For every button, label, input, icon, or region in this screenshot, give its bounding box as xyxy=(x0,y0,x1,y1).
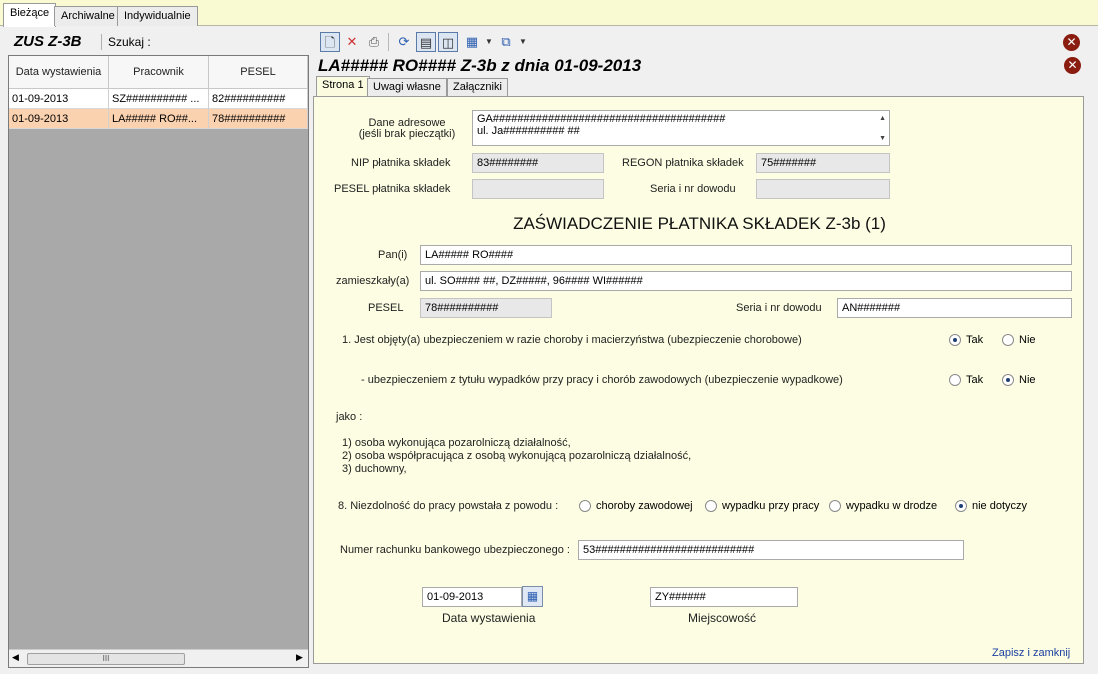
column-header-employee[interactable]: Pracownik xyxy=(109,56,209,89)
cell-pesel: 78########## xyxy=(209,109,308,129)
tab-own-notes[interactable]: Uwagi własne xyxy=(367,78,447,96)
table-row-selected[interactable]: 01-09-2013 LA##### RO##... 78########## xyxy=(9,109,308,129)
separator xyxy=(388,33,389,51)
refresh-icon[interactable]: ⟳ xyxy=(394,32,414,52)
column-header-label: PESEL xyxy=(240,66,276,78)
search-input[interactable] xyxy=(168,32,308,52)
radio-label: Tak xyxy=(966,334,984,346)
cell-employee: SZ########## ... xyxy=(109,89,209,109)
radio-label: Nie xyxy=(1019,334,1036,346)
address-textarea[interactable]: GA######################################… xyxy=(472,110,890,146)
split-view-icon[interactable]: ◫ xyxy=(438,32,458,52)
residence-field[interactable]: ul. SO#### ##, DZ#####, 96#### WI###### xyxy=(420,271,1072,291)
radio-label: choroby zawodowej xyxy=(596,500,693,512)
close-document-icon[interactable]: ✕ xyxy=(1064,57,1081,74)
pesel-field[interactable]: 78########## xyxy=(420,298,552,318)
residence-label: zamieszkały(a) xyxy=(336,275,410,287)
pan-label: Pan(i) xyxy=(378,249,408,261)
radio-sickness-no[interactable] xyxy=(1002,334,1014,346)
new-document-icon[interactable]: 🗋 xyxy=(320,32,340,52)
horizontal-scrollbar[interactable]: ◀ III ▶ xyxy=(9,649,308,667)
tab-individual[interactable]: Indywidualnie xyxy=(117,6,198,26)
cell-date: 01-09-2013 xyxy=(9,109,109,129)
column-header-label: Data wystawienia xyxy=(15,66,102,78)
pesel-payer-label: PESEL płatnika składek xyxy=(334,183,451,195)
list-item: 1) osoba wykonująca pozarolniczą działal… xyxy=(342,437,571,449)
regon-field[interactable]: 75####### xyxy=(756,153,890,173)
save-and-close-link[interactable]: Zapisz i zamknij xyxy=(992,647,1070,659)
id-field[interactable]: AN####### xyxy=(837,298,1072,318)
pesel-label: PESEL xyxy=(368,302,404,314)
address-line: ul. Ja########## ## xyxy=(477,125,580,137)
place-label: Miejscowość xyxy=(688,611,757,625)
address-line: GA###################################### xyxy=(477,113,726,125)
chevron-down-icon[interactable]: ▼ xyxy=(513,32,533,52)
table-row[interactable]: 01-09-2013 SZ########## ... 82########## xyxy=(9,89,308,109)
cell-date: 01-09-2013 xyxy=(9,89,109,109)
radio-sickness-yes[interactable] xyxy=(949,334,961,346)
close-panel-icon[interactable]: ✕ xyxy=(1063,34,1080,51)
scroll-up-icon[interactable]: ▲ xyxy=(879,113,886,125)
regon-label: REGON płatnika składek xyxy=(622,157,744,169)
radio-work-accident[interactable] xyxy=(705,500,717,512)
column-header-pesel[interactable]: PESEL xyxy=(209,56,308,89)
radio-label: wypadku przy pracy xyxy=(722,500,820,512)
separator xyxy=(101,34,102,50)
list-item: 2) osoba współpracująca z osobą wykonują… xyxy=(342,450,692,462)
place-field[interactable]: ZY###### xyxy=(650,587,798,607)
tab-page-1[interactable]: Strona 1 xyxy=(316,76,370,97)
id-payer-label: Seria i nr dowodu xyxy=(650,183,736,195)
radio-label: Tak xyxy=(966,374,984,386)
scroll-thumb[interactable]: III xyxy=(27,653,185,665)
form-panel: Dane adresowe (jeśli brak pieczątki) GA#… xyxy=(313,96,1084,664)
as-label: jako : xyxy=(336,411,363,423)
bank-account-label: Numer rachunku bankowego ubezpieczonego … xyxy=(340,544,570,556)
pan-field[interactable]: LA##### RO#### xyxy=(420,245,1072,265)
radio-commute-accident[interactable] xyxy=(829,500,841,512)
issue-date-field[interactable]: 01-09-2013 xyxy=(422,587,522,607)
tab-archive[interactable]: Archiwalne xyxy=(54,6,122,26)
form-heading: ZAŚWIADCZENIE PŁATNIKA SKŁADEK Z-3b (1) xyxy=(513,214,886,233)
issue-date-label: Data wystawienia xyxy=(442,611,536,625)
radio-accident-no[interactable] xyxy=(1002,374,1014,386)
report-icon[interactable]: ▤ xyxy=(416,32,436,52)
nip-field[interactable]: 83######## xyxy=(472,153,604,173)
left-panel-header: ZUS Z-3B Szukaj : xyxy=(8,30,310,54)
id-label: Seria i nr dowodu xyxy=(736,302,822,314)
question-sickness-insurance: 1. Jest objęty(a) ubezpieczeniem w razie… xyxy=(342,334,802,346)
nip-label: NIP płatnika składek xyxy=(351,157,451,169)
radio-occupational-disease[interactable] xyxy=(579,500,591,512)
radio-label: wypadku w drodze xyxy=(846,500,938,512)
column-header-label: Pracownik xyxy=(133,66,184,78)
cell-pesel: 82########## xyxy=(209,89,308,109)
address-label-note: (jeśli brak pieczątki) xyxy=(358,128,456,140)
calendar-icon[interactable]: ▦ xyxy=(522,586,543,607)
radio-label: Nie xyxy=(1019,374,1036,386)
scroll-left-icon[interactable]: ◀ xyxy=(12,652,19,663)
delete-icon[interactable]: ✕ xyxy=(342,32,362,52)
question-accident-insurance: - ubezpieczeniem z tytułu wypadków przy … xyxy=(361,374,843,386)
scroll-down-icon[interactable]: ▼ xyxy=(879,133,886,145)
top-tab-strip: Bieżące Archiwalne Indywidualnie xyxy=(0,0,1098,27)
radio-accident-yes[interactable] xyxy=(949,374,961,386)
id-payer-field[interactable] xyxy=(756,179,890,199)
document-title: LA##### RO#### Z-3b z dnia 01-09-2013 xyxy=(318,56,642,75)
radio-not-applicable[interactable] xyxy=(955,500,967,512)
question-incapacity-cause: 8. Niezdolność do pracy powstała z powod… xyxy=(338,500,559,512)
tab-attachments[interactable]: Załączniki xyxy=(447,78,508,96)
column-header-date[interactable]: Data wystawienia xyxy=(9,56,109,89)
documents-grid: Data wystawienia Pracownik PESEL 01-09-2… xyxy=(8,55,309,668)
list-item: 3) duchowny, xyxy=(342,463,407,475)
bank-account-field[interactable]: 53########################## xyxy=(578,540,964,560)
print-icon[interactable]: ⎙ xyxy=(364,32,384,52)
radio-label: nie dotyczy xyxy=(972,500,1028,512)
scroll-right-icon[interactable]: ▶ xyxy=(296,652,303,663)
toolbar: 🗋 ✕ ⎙ ⟳ ▤ ◫ ▦ ▼ ⧉ ▼ ✕ xyxy=(316,30,1096,54)
left-panel-title: ZUS Z-3B xyxy=(14,33,82,50)
pesel-payer-field[interactable] xyxy=(472,179,604,199)
tab-current[interactable]: Bieżące xyxy=(3,3,57,27)
cell-employee: LA##### RO##... xyxy=(109,109,209,129)
search-label: Szukaj : xyxy=(108,35,151,49)
